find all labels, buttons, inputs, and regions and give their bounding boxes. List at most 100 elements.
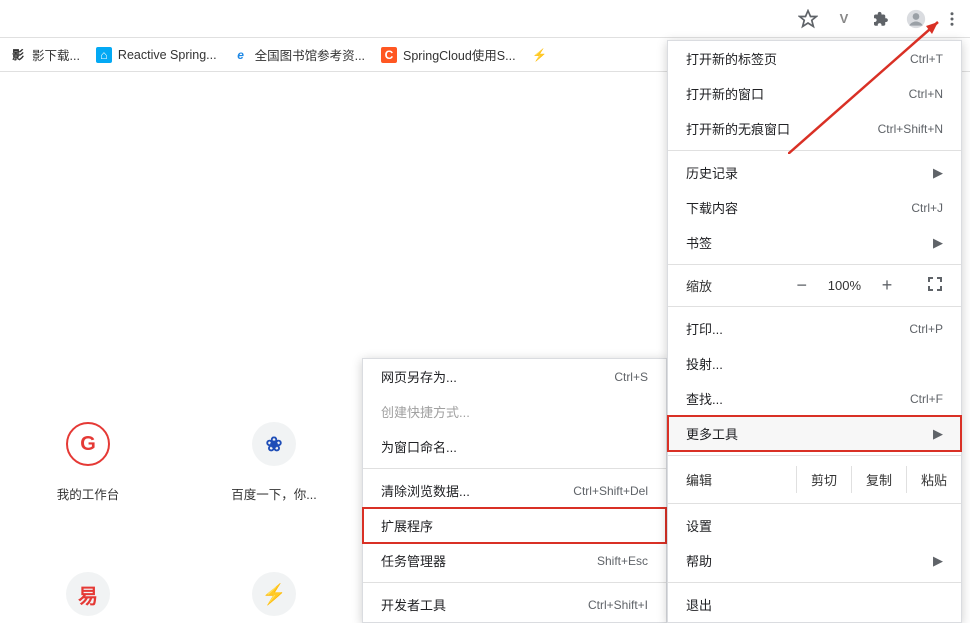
menu-print[interactable]: 打印... Ctrl+P [668,311,961,346]
menu-label: 设置 [686,516,712,535]
menu-separator [668,455,961,456]
shortcut-bolt[interactable]: ⚡ [226,572,322,616]
favicon: C [381,47,397,63]
menu-label: 打开新的标签页 [686,49,777,68]
menu-label: 下载内容 [686,198,738,217]
favicon: ⌂ [96,47,112,63]
menu-label: 打开新的窗口 [686,84,764,103]
menu-shortcut: Ctrl+Shift+N [878,122,943,136]
menu-settings[interactable]: 设置 [668,508,961,543]
menu-label: 创建快捷方式... [381,402,470,421]
shortcuts-row: 易 ⚡ [40,572,322,616]
star-icon[interactable] [798,9,818,29]
menu-cast[interactable]: 投射... [668,346,961,381]
menu-separator [668,264,961,265]
menu-separator [668,150,961,151]
menu-label: 开发者工具 [381,595,446,614]
shortcut-label: 百度一下，你... [231,484,316,503]
v-extension-icon[interactable]: V [834,9,854,29]
chrome-main-menu: 打开新的标签页 Ctrl+T 打开新的窗口 Ctrl+N 打开新的无痕窗口 Ct… [667,40,962,623]
bookmark-item[interactable]: ⌂ Reactive Spring... [96,47,217,63]
chevron-right-icon: ▶ [933,165,943,181]
menu-label: 更多工具 [686,424,738,443]
menu-shortcut: Ctrl+P [909,322,943,336]
menu-zoom: 缩放 − 100% + [668,269,961,302]
menu-label: 历史记录 [686,163,738,182]
bookmark-item[interactable]: 影 影下载... [10,45,80,64]
bookmark-item[interactable]: C SpringCloud使用S... [381,45,516,64]
menu-shortcut: Ctrl+S [614,370,648,384]
shortcuts-row: G 我的工作台 ❀ 百度一下，你... [40,422,322,503]
menu-separator [668,582,961,583]
menu-separator [668,503,961,504]
menu-shortcut: Shift+Esc [597,554,648,568]
menu-label: 投射... [686,354,723,373]
submenu-create-shortcut: 创建快捷方式... [363,394,666,429]
menu-new-tab[interactable]: 打开新的标签页 Ctrl+T [668,41,961,76]
kebab-menu-icon[interactable] [942,9,962,29]
menu-label: 编辑 [686,470,796,489]
submenu-clear-data[interactable]: 清除浏览数据... Ctrl+Shift+Del [363,473,666,508]
submenu-save-as[interactable]: 网页另存为... Ctrl+S [363,359,666,394]
menu-label: 为窗口命名... [381,437,457,456]
copy-button[interactable]: 复制 [851,466,906,493]
menu-shortcut: Ctrl+Shift+Del [573,484,648,498]
submenu-task-manager[interactable]: 任务管理器 Shift+Esc [363,543,666,578]
menu-help[interactable]: 帮助 ▶ [668,543,961,578]
menu-label: 打印... [686,319,723,338]
submenu-name-window[interactable]: 为窗口命名... [363,429,666,464]
shortcut-label: 我的工作台 [57,484,120,503]
shortcut-yi[interactable]: 易 [40,572,136,616]
menu-exit[interactable]: 退出 [668,587,961,622]
favicon: 影 [10,47,26,63]
paste-button[interactable]: 粘贴 [906,466,961,493]
cut-button[interactable]: 剪切 [797,466,851,493]
chevron-right-icon: ▶ [933,235,943,251]
menu-shortcut: Ctrl+F [910,392,943,406]
menu-shortcut: Ctrl+T [910,52,943,66]
menu-label: 帮助 [686,551,712,570]
favicon: e [233,47,249,63]
menu-history[interactable]: 历史记录 ▶ [668,155,961,190]
menu-downloads[interactable]: 下载内容 Ctrl+J [668,190,961,225]
menu-label: 缩放 [686,276,794,295]
submenu-extensions[interactable]: 扩展程序 [363,508,666,543]
menu-separator [363,468,666,469]
favicon: ⚡ [532,47,548,63]
menu-label: 清除浏览数据... [381,481,470,500]
fullscreen-icon[interactable] [927,276,943,295]
menu-separator [668,306,961,307]
browser-toolbar: V [0,0,970,38]
menu-label: 打开新的无痕窗口 [686,119,790,138]
zoom-controls: − 100% + [794,275,943,296]
submenu-dev-tools[interactable]: 开发者工具 Ctrl+Shift+I [363,587,666,622]
chevron-right-icon: ▶ [933,553,943,569]
profile-avatar-icon[interactable] [906,9,926,29]
menu-new-window[interactable]: 打开新的窗口 Ctrl+N [668,76,961,111]
bookmark-label: Reactive Spring... [118,48,217,62]
shortcut-icon: ❀ [252,422,296,466]
bookmark-label: 全国图书馆参考资... [255,45,365,64]
menu-shortcut: Ctrl+Shift+I [588,598,648,612]
bookmark-item[interactable]: ⚡ [532,47,548,63]
menu-label: 网页另存为... [381,367,457,386]
menu-shortcut: Ctrl+N [909,87,943,101]
menu-label: 书签 [686,233,712,252]
shortcut-icon: ⚡ [252,572,296,616]
zoom-out-button[interactable]: − [794,275,810,296]
menu-shortcut: Ctrl+J [911,201,943,215]
bookmark-item[interactable]: e 全国图书馆参考资... [233,45,365,64]
menu-label: 任务管理器 [381,551,446,570]
menu-more-tools[interactable]: 更多工具 ▶ [668,416,961,451]
menu-new-incognito[interactable]: 打开新的无痕窗口 Ctrl+Shift+N [668,111,961,146]
zoom-percent: 100% [828,278,861,293]
menu-find[interactable]: 查找... Ctrl+F [668,381,961,416]
menu-label: 查找... [686,389,723,408]
shortcut-workbench[interactable]: G 我的工作台 [40,422,136,503]
zoom-in-button[interactable]: + [879,275,895,296]
extensions-puzzle-icon[interactable] [870,9,890,29]
menu-label: 退出 [686,595,712,614]
shortcut-baidu[interactable]: ❀ 百度一下，你... [226,422,322,503]
bookmark-label: 影下载... [32,45,80,64]
menu-bookmarks[interactable]: 书签 ▶ [668,225,961,260]
